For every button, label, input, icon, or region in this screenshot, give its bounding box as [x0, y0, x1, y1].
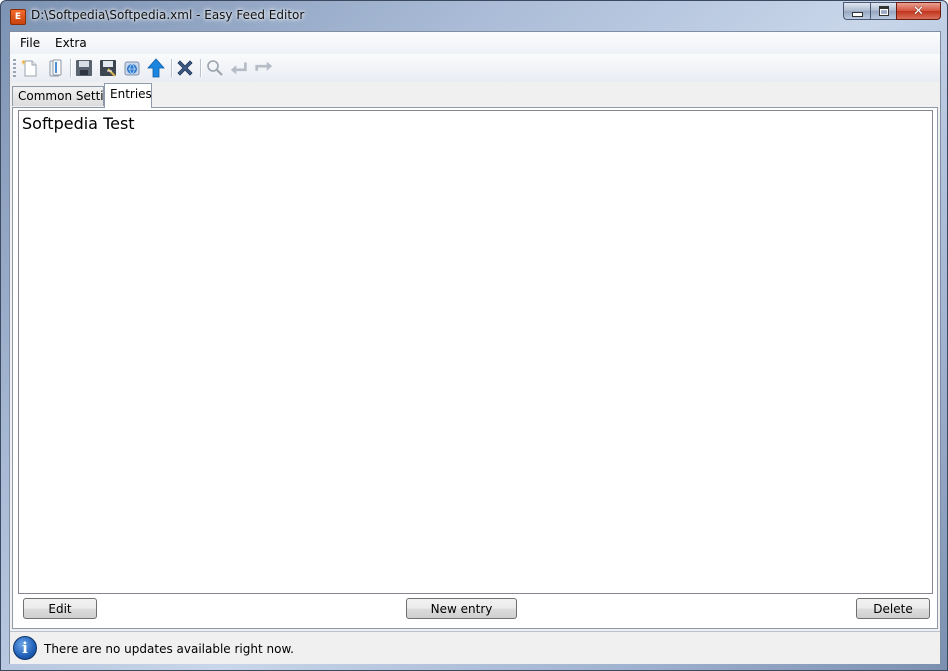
svg-text:*: * — [21, 59, 26, 70]
info-icon: i — [13, 636, 37, 660]
toolbar: * — [10, 54, 940, 82]
tab-entries[interactable]: Entries — [104, 83, 152, 108]
save-icon[interactable] — [74, 58, 94, 78]
toolbar-separator — [171, 59, 172, 77]
toolbar-separator — [70, 59, 71, 77]
new-file-icon[interactable]: * — [20, 58, 40, 78]
upload-icon[interactable] — [146, 58, 166, 78]
new-entry-button[interactable]: New entry — [406, 598, 517, 619]
redo-icon[interactable] — [254, 58, 274, 78]
toolbar-grip[interactable] — [13, 59, 16, 77]
toolbar-separator — [200, 59, 201, 77]
client-area: File Extra * Common Settings Entries Sof… — [9, 31, 941, 664]
delete-button[interactable]: Delete — [856, 598, 930, 619]
app-icon[interactable]: E — [10, 9, 26, 25]
delete-icon[interactable] — [175, 58, 195, 78]
publish-globe-icon[interactable] — [122, 58, 142, 78]
minimize-icon — [851, 11, 863, 17]
open-icon[interactable] — [45, 58, 65, 78]
undo-icon[interactable] — [229, 58, 249, 78]
menu-extra[interactable]: Extra — [53, 36, 89, 50]
tab-strip: Common Settings Entries — [10, 82, 940, 108]
entries-panel: Softpedia Test Edit New entry Delete — [12, 107, 938, 629]
menu-bar: File Extra — [10, 32, 940, 54]
minimize-button[interactable] — [843, 2, 870, 20]
close-icon: ✕ — [913, 3, 924, 19]
tab-common-settings[interactable]: Common Settings — [12, 86, 125, 106]
entries-list[interactable]: Softpedia Test — [18, 110, 933, 594]
list-item[interactable]: Softpedia Test — [22, 114, 135, 133]
maximize-button[interactable] — [870, 2, 896, 20]
app-window: E D:\Softpedia\Softpedia.xml - Easy Feed… — [0, 0, 948, 671]
maximize-icon — [878, 6, 889, 16]
close-button[interactable]: ✕ — [896, 2, 941, 20]
edit-button[interactable]: Edit — [23, 598, 97, 619]
find-icon[interactable] — [205, 58, 225, 78]
save-as-icon[interactable] — [98, 58, 118, 78]
status-bar: i There are no updates available right n… — [10, 631, 940, 664]
title-bar[interactable]: E D:\Softpedia\Softpedia.xml - Easy Feed… — [1, 1, 947, 31]
window-title: D:\Softpedia\Softpedia.xml - Easy Feed E… — [31, 8, 305, 22]
caption-buttons: ✕ — [843, 2, 941, 21]
menu-file[interactable]: File — [18, 36, 42, 50]
status-message: There are no updates available right now… — [44, 642, 294, 656]
